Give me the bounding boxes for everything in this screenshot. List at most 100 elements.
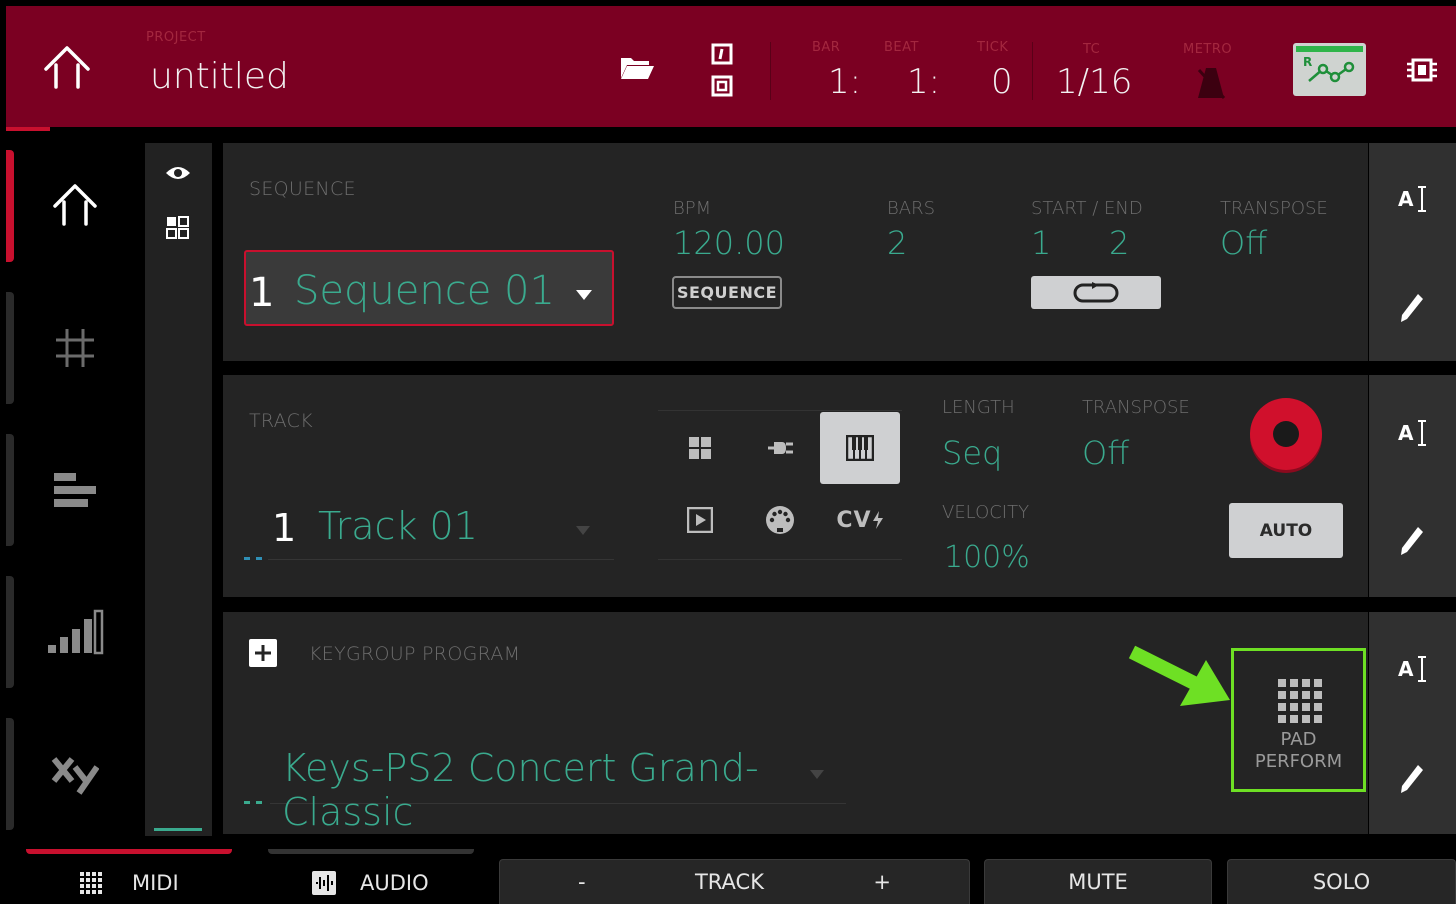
record-icon (1273, 421, 1299, 447)
sequence-side (1369, 143, 1456, 361)
header-accent (6, 127, 50, 131)
midi-tab-indicator (26, 849, 232, 854)
track-transpose-label: TRANSPOSE (1082, 397, 1190, 418)
midi-pads-icon (80, 872, 102, 894)
auto-button[interactable]: AUTO (1229, 503, 1343, 558)
midi-icon (766, 506, 794, 534)
automation-letter: R (1303, 55, 1313, 69)
bpm-mode-button[interactable]: SEQUENCE (672, 276, 782, 309)
program-color-indicator (244, 801, 262, 804)
record-arm-button[interactable] (1250, 398, 1322, 470)
velocity-value[interactable]: 100% (944, 540, 1030, 575)
sidebar-tab (6, 434, 14, 546)
tick-value[interactable]: 0 (991, 62, 1013, 102)
sidebar-item-xyfx[interactable] (40, 739, 110, 809)
bpm-value[interactable]: 120.00 (673, 224, 785, 262)
audio-wave-icon (312, 871, 336, 895)
length-value[interactable]: Seq (942, 434, 1002, 472)
record-mode-icon[interactable] (711, 43, 733, 99)
audio-label: AUDIO (360, 871, 429, 895)
browser-grid-icon[interactable] (166, 216, 190, 240)
home-icon (53, 184, 97, 226)
track-type-plugin[interactable] (744, 414, 816, 482)
bars-value[interactable]: 2 (887, 224, 907, 262)
sequence-transpose-label: TRANSPOSE (1220, 198, 1328, 219)
pencil-icon[interactable] (1398, 291, 1426, 325)
sequence-transpose-value[interactable]: Off (1220, 224, 1267, 262)
track-label: TRACK (249, 410, 313, 432)
plugin-icon (768, 442, 793, 454)
track-nav-label: TRACK (694, 870, 764, 894)
sidebar-tab-main-active (6, 150, 14, 262)
svg-text:A: A (1398, 187, 1414, 211)
plus-icon (255, 645, 271, 661)
track-nav-bar: - TRACK + (499, 859, 970, 904)
track-prev-button[interactable]: - (578, 870, 586, 894)
pencil-icon[interactable] (1398, 524, 1426, 558)
audio-tab[interactable]: AUDIO (270, 862, 480, 904)
midi-tab[interactable]: MIDI (30, 862, 230, 904)
highlight-arrow (1126, 638, 1234, 710)
project-label: PROJECT (146, 30, 206, 45)
bar-value[interactable]: 1: (828, 62, 861, 102)
sequence-select[interactable]: 1 Sequence 01 (244, 250, 614, 326)
track-type-drum[interactable] (664, 414, 736, 482)
rename-text-icon[interactable]: A (1398, 418, 1428, 448)
track-type-keygroup[interactable] (820, 412, 900, 484)
metronome-icon[interactable] (1196, 66, 1226, 100)
svg-text:A: A (1398, 421, 1414, 445)
level-indicator (154, 828, 202, 831)
project-name[interactable]: untitled (150, 56, 289, 97)
add-program-button[interactable] (249, 639, 277, 667)
pencil-icon[interactable] (1398, 762, 1426, 796)
midi-label: MIDI (132, 871, 179, 895)
cpu-icon[interactable] (1406, 55, 1438, 85)
folder-icon[interactable] (618, 52, 656, 82)
sidebar-item-mixer[interactable] (40, 597, 110, 667)
track-type-cv[interactable]: CV (824, 486, 896, 554)
eye-icon[interactable] (163, 163, 193, 183)
sidebar-tab (6, 576, 14, 688)
program-side (1369, 612, 1456, 834)
track-select[interactable]: 1 Track 01 (268, 500, 614, 560)
cv-label: CV (836, 507, 872, 533)
sidebar-item-song[interactable] (40, 455, 110, 525)
start-value[interactable]: 1 (1031, 224, 1051, 262)
pad-perform-label-2: PERFORM (1254, 751, 1343, 772)
sidebar-tab (6, 718, 14, 830)
cv-icon (872, 511, 883, 529)
chevron-down-icon (576, 526, 590, 535)
view-column (145, 143, 212, 836)
program-select[interactable]: Keys-PS2 Concert Grand-Classic (270, 738, 846, 834)
sidebar-item-main[interactable] (40, 170, 110, 240)
pad-grid-icon (1278, 679, 1322, 723)
home-icon[interactable] (42, 45, 92, 91)
sidebar-item-grid[interactable] (40, 313, 110, 383)
mute-button[interactable]: MUTE (984, 859, 1212, 904)
clip-icon (687, 507, 713, 533)
rename-text-icon[interactable]: A (1398, 654, 1428, 684)
header-divider (1032, 42, 1033, 100)
track-type-clip[interactable] (664, 486, 736, 554)
end-value[interactable]: 2 (1109, 224, 1129, 262)
bar-label: BAR (812, 40, 841, 55)
sequence-name: Sequence 01 (294, 268, 555, 314)
pad-perform-button[interactable]: PAD PERFORM (1231, 648, 1366, 792)
track-next-button[interactable]: + (873, 870, 891, 894)
bars-label: BARS (887, 198, 936, 219)
track-name: Track 01 (318, 504, 478, 548)
mixer-levels-icon (48, 609, 104, 655)
track-transpose-value[interactable]: Off (1082, 434, 1129, 472)
automation-button[interactable]: R (1293, 43, 1366, 96)
tc-label: TC (1083, 42, 1101, 57)
track-type-midi[interactable] (744, 486, 816, 554)
track-color-indicator (244, 557, 262, 560)
rename-text-icon[interactable]: A (1398, 184, 1428, 214)
beat-value[interactable]: 1: (907, 62, 940, 102)
loop-button[interactable] (1031, 276, 1161, 309)
solo-button[interactable]: SOLO (1227, 859, 1456, 904)
tc-value[interactable]: 1/16 (1056, 62, 1132, 102)
beat-label: BEAT (884, 40, 919, 55)
track-side (1369, 375, 1456, 597)
program-label: KEYGROUP PROGRAM (309, 643, 521, 665)
